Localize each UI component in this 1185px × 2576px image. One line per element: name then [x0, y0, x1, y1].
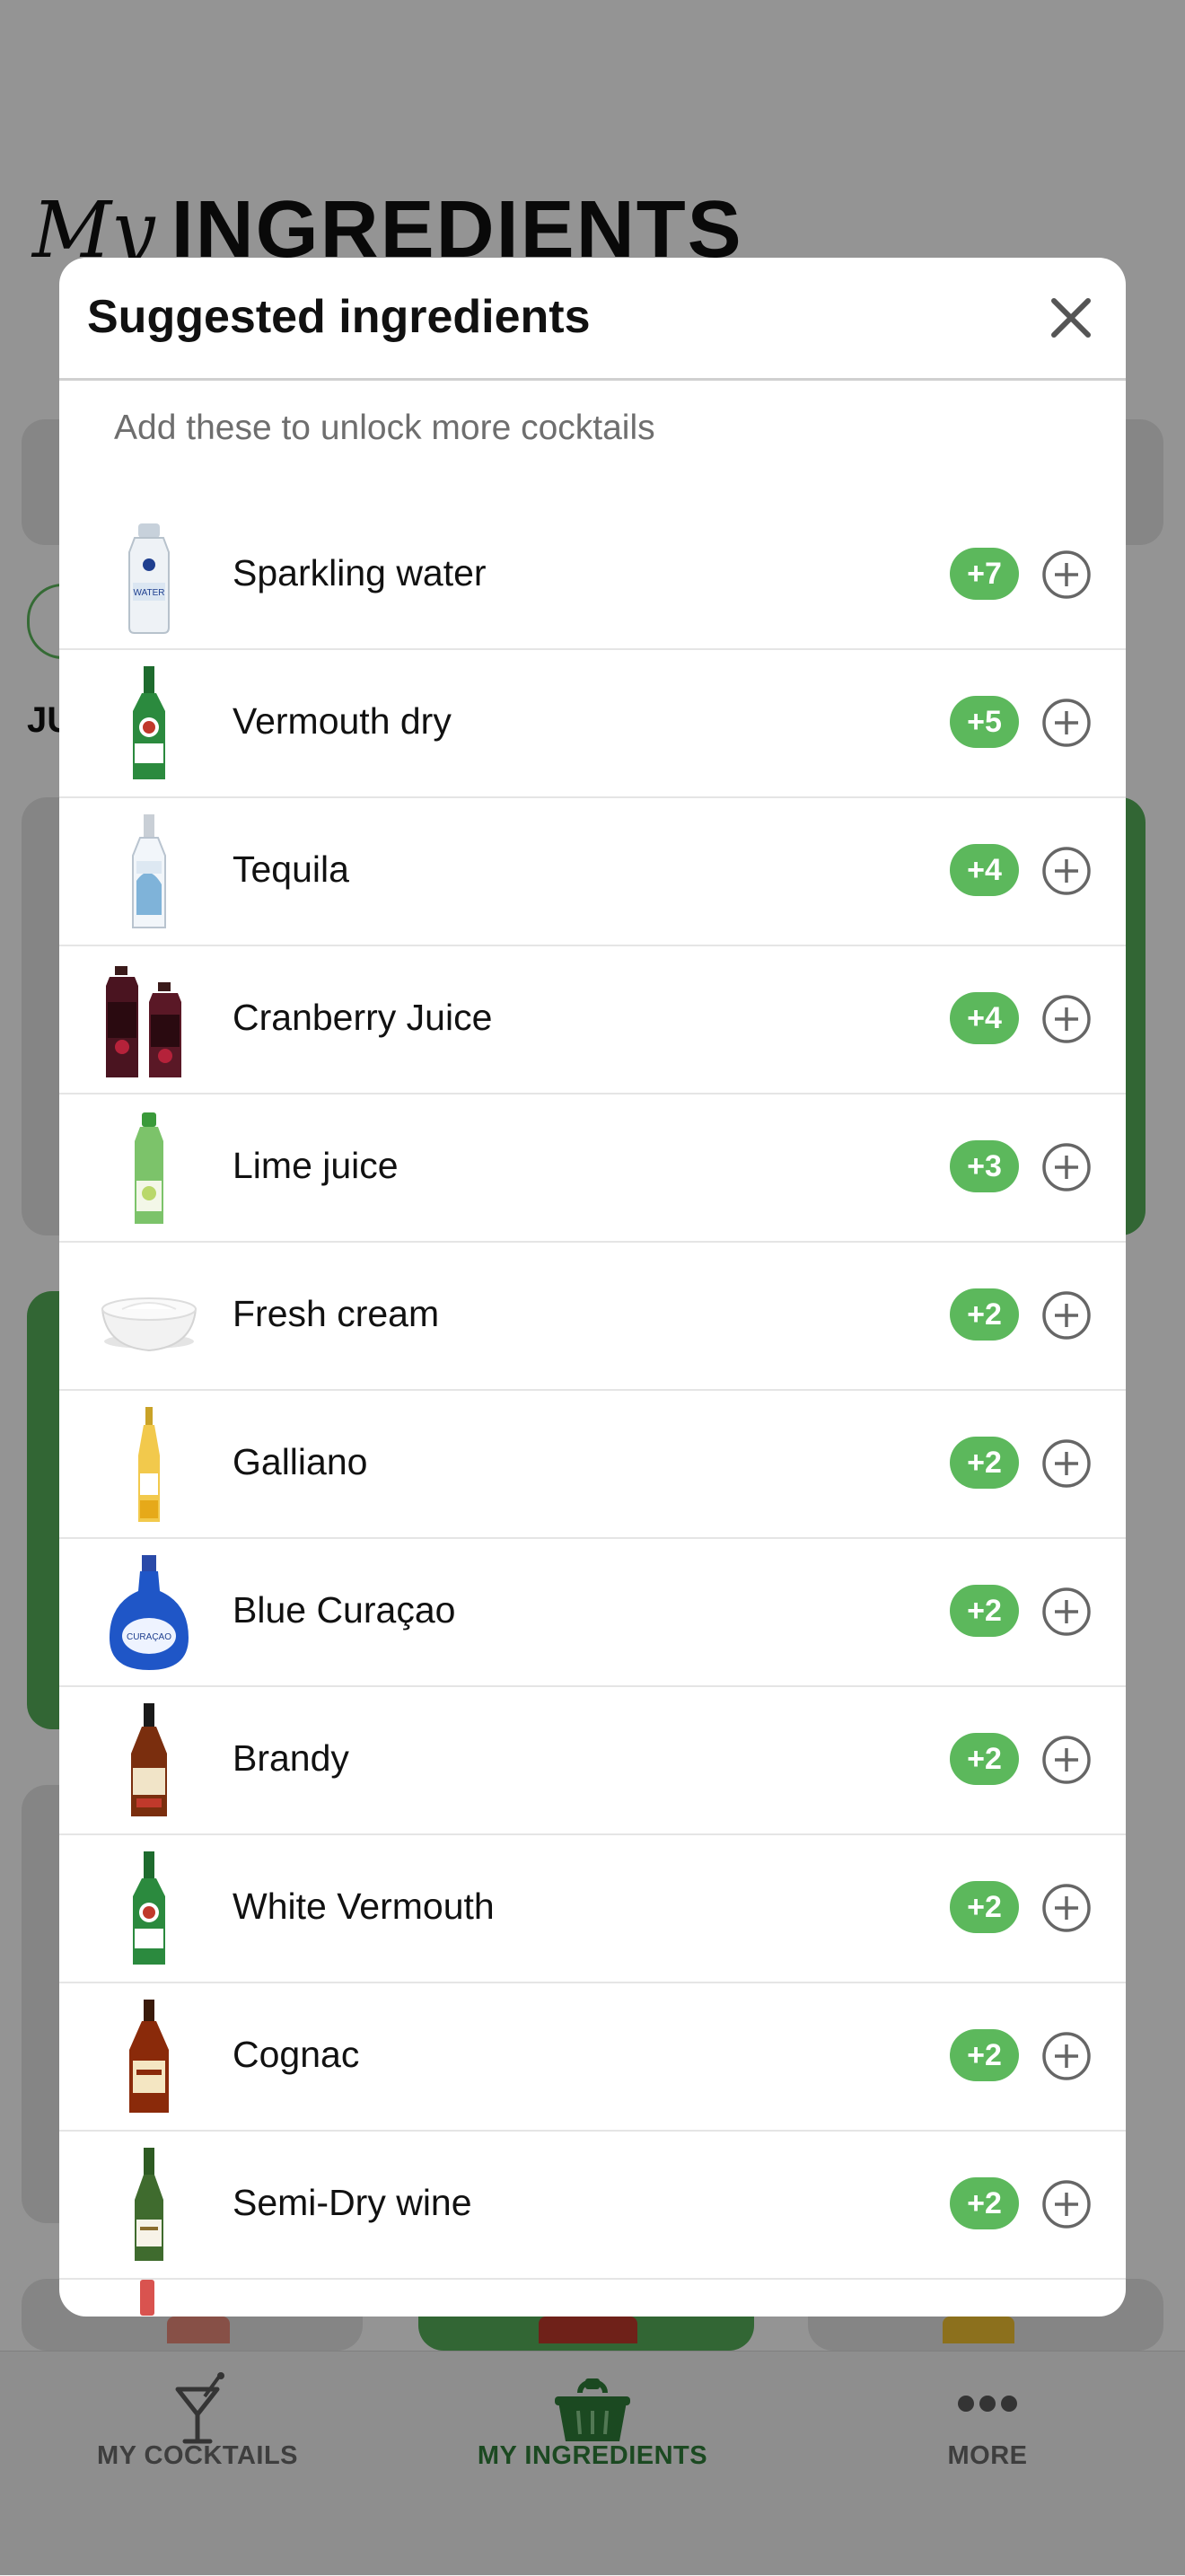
add-circle-icon[interactable]: [1041, 2031, 1092, 2081]
list-item[interactable]: WATER Sparkling water +7: [59, 502, 1126, 650]
modal-header: Suggested ingredients: [59, 258, 1126, 381]
add-circle-icon[interactable]: [1041, 846, 1092, 896]
add-circle-icon[interactable]: [1041, 2179, 1092, 2229]
ingredient-name: Fresh cream: [233, 1293, 440, 1334]
unlock-count-badge: +2: [950, 1288, 1019, 1341]
list-item[interactable]: Fresh cream +2: [59, 1243, 1126, 1391]
ingredient-name: Sparkling water: [233, 552, 487, 593]
svg-text:CURAÇAO: CURAÇAO: [127, 1632, 171, 1642]
white-vermouth-bottle-icon: [133, 1851, 165, 1965]
add-circle-icon[interactable]: [1041, 1438, 1092, 1489]
list-item[interactable]: Tequila +4: [59, 798, 1126, 946]
ingredient-name: Semi-Dry wine: [233, 2182, 472, 2223]
unlock-count-badge: +5: [950, 696, 1019, 748]
ingredient-name: Cranberry Juice: [233, 997, 493, 1038]
list-item[interactable]: CURAÇAO Blue Curaçao +2: [59, 1539, 1126, 1687]
list-item[interactable]: White Vermouth +2: [59, 1835, 1126, 1983]
list-item[interactable]: Semi-Dry wine +2: [59, 2132, 1126, 2280]
blue-curacao-bottle-icon: CURAÇAO: [110, 1555, 189, 1670]
ingredient-name: Vermouth dry: [233, 700, 452, 742]
ingredient-name: Brandy: [233, 1737, 349, 1779]
sparkling-water-bottle-icon: WATER: [128, 523, 170, 634]
list-item[interactable]: Brandy +2: [59, 1687, 1126, 1835]
unlock-count-badge: +4: [950, 992, 1019, 1044]
modal-title: Suggested ingredients: [87, 291, 591, 343]
unlock-count-badge: +4: [950, 844, 1019, 896]
cream-bowl-icon: [101, 1297, 198, 1352]
ingredient-name: Tequila: [233, 848, 349, 890]
galliano-bottle-icon: [138, 1407, 160, 1522]
unlock-count-badge: +7: [950, 548, 1019, 600]
svg-text:WATER: WATER: [134, 588, 165, 598]
unlock-count-badge: +3: [950, 1140, 1019, 1192]
ingredient-name: White Vermouth: [233, 1886, 495, 1927]
list-item[interactable]: Cranberry Juice +4: [59, 946, 1126, 1095]
suggested-ingredients-modal: Suggested ingredients Add these to unloc…: [59, 258, 1126, 2317]
ingredient-name: Blue Curaçao: [233, 1589, 456, 1631]
unlock-count-badge: +2: [950, 1437, 1019, 1489]
list-item[interactable]: Galliano +2: [59, 1391, 1126, 1539]
add-circle-icon[interactable]: [1041, 1142, 1092, 1192]
add-circle-icon[interactable]: [1041, 1587, 1092, 1637]
lime-juice-bottle-icon: [135, 1112, 163, 1224]
suggestion-list: WATER Sparkling water +7 Vermouth dry +5: [59, 502, 1126, 2317]
ingredient-image: [140, 2280, 154, 2316]
cognac-bottle-icon: [129, 2000, 169, 2113]
ingredient-name: Cognac: [233, 2034, 360, 2075]
list-item[interactable]: Vermouth dry +5: [59, 650, 1126, 798]
add-circle-icon[interactable]: [1041, 994, 1092, 1044]
modal-subtitle: Add these to unlock more cocktails: [114, 409, 655, 447]
ingredient-name: Lime juice: [233, 1145, 399, 1186]
brandy-bottle-icon: [131, 1703, 167, 1816]
list-item[interactable]: Lime juice +3: [59, 1095, 1126, 1243]
tequila-bottle-icon: [132, 814, 166, 928]
unlock-count-badge: +2: [950, 1585, 1019, 1637]
add-circle-icon[interactable]: [1041, 1290, 1092, 1341]
unlock-count-badge: +2: [950, 2029, 1019, 2081]
wine-bottle-icon: [135, 2148, 163, 2261]
list-item-partial: [59, 2280, 1126, 2317]
unlock-count-badge: +2: [950, 2177, 1019, 2229]
unlock-count-badge: +2: [950, 1733, 1019, 1785]
add-circle-icon[interactable]: [1041, 698, 1092, 748]
add-circle-icon[interactable]: [1041, 1883, 1092, 1933]
list-item[interactable]: Cognac +2: [59, 1983, 1126, 2132]
ingredient-name: Galliano: [233, 1441, 368, 1482]
add-circle-icon[interactable]: [1041, 549, 1092, 600]
close-icon[interactable]: [1038, 285, 1104, 351]
add-circle-icon[interactable]: [1041, 1735, 1092, 1785]
cranberry-juice-bottles-icon: [106, 966, 181, 1077]
unlock-count-badge: +2: [950, 1881, 1019, 1933]
vermouth-bottle-icon: [133, 666, 165, 779]
